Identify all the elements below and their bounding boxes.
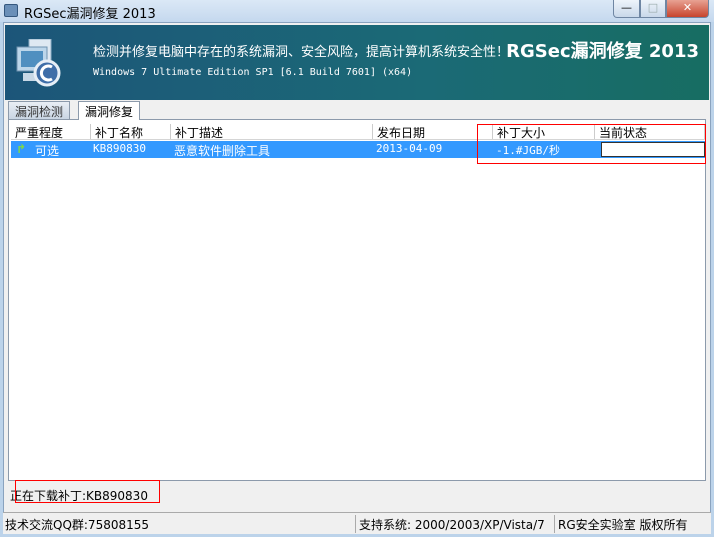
optional-arrow-icon: ↱: [16, 142, 27, 156]
app-icon: [4, 4, 18, 17]
patch-list[interactable]: 严重程度 补丁名称 补丁描述 发布日期 补丁大小 当前状态 ↱ 可选 KB890…: [8, 119, 706, 481]
highlight-box: [15, 480, 160, 503]
computer-repair-logo-icon: [16, 39, 61, 87]
status-bar: 技术交流QQ群:75808155 支持系统: 2000/2003/XP/Vist…: [3, 512, 711, 534]
column-header-name[interactable]: 补丁名称: [91, 124, 171, 140]
close-button[interactable]: ✕: [666, 0, 709, 18]
banner-slogan: 检测并修复电脑中存在的系统漏洞、安全风险，提高计算机系统安全性！: [93, 45, 510, 60]
column-header-severity[interactable]: 严重程度: [11, 124, 91, 140]
highlight-box: [477, 124, 706, 164]
severity-cell: 可选: [35, 144, 60, 158]
column-header-date[interactable]: 发布日期: [373, 124, 493, 140]
supported-systems: 支持系统: 2000/2003/XP/Vista/7: [359, 518, 545, 532]
copyright: RG安全实验室 版权所有: [558, 518, 688, 532]
banner-app-title: RGSec漏洞修复 2013: [506, 41, 699, 62]
minimize-button[interactable]: —: [613, 0, 640, 18]
maximize-button[interactable]: □: [640, 0, 666, 18]
date-cell: 2013-04-09: [376, 142, 443, 155]
patch-name-cell: KB890830: [93, 142, 146, 155]
banner: 检测并修复电脑中存在的系统漏洞、安全风险，提高计算机系统安全性！ Windows…: [5, 25, 709, 100]
description-cell: 恶意软件删除工具: [174, 144, 271, 158]
divider: [355, 515, 356, 533]
window-title: RGSec漏洞修复 2013: [24, 7, 156, 22]
tab-vulnerability-scan[interactable]: 漏洞检测: [8, 101, 71, 119]
title-bar: RGSec漏洞修复 2013 — □ ✕: [0, 0, 714, 22]
tab-vulnerability-repair[interactable]: 漏洞修复: [78, 101, 141, 120]
os-info: Windows 7 Ultimate Edition SP1 [6.1 Buil…: [93, 67, 413, 78]
divider: [554, 515, 555, 533]
qq-group: 技术交流QQ群:75808155: [5, 518, 150, 532]
column-header-description[interactable]: 补丁描述: [171, 124, 373, 140]
